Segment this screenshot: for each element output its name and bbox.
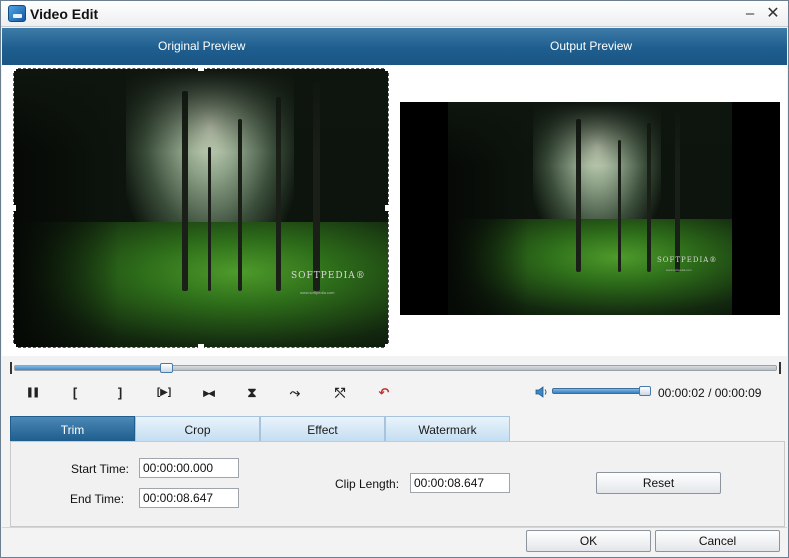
tab-effect[interactable]: Effect (260, 416, 385, 442)
timeline-bar[interactable] (14, 365, 777, 371)
crop-handle-right[interactable] (385, 205, 391, 211)
cancel-button[interactable]: Cancel (655, 530, 780, 552)
split-button[interactable]: ▶◀ (196, 384, 220, 402)
undo-button[interactable]: ↶ (374, 384, 394, 402)
close-button[interactable]: ✕ (763, 4, 783, 23)
original-preview-frame[interactable]: SOFTPEDIA® www.softpedia.com (10, 65, 391, 350)
original-video-frame: SOFTPEDIA® www.softpedia.com (14, 69, 388, 347)
app-icon (8, 5, 26, 22)
start-time-field[interactable] (139, 458, 239, 478)
minimize-button[interactable]: – (740, 4, 760, 23)
original-preview-label: Original Preview (158, 39, 246, 53)
volume-icon[interactable] (535, 385, 549, 399)
timeline-end-marker[interactable] (774, 362, 781, 374)
output-preview-label: Output Preview (550, 39, 633, 53)
rotate-left-button[interactable]: ⤲ (330, 384, 350, 402)
preview-header: Original Preview Output Preview (2, 28, 787, 65)
output-watermark-brand: SOFTPEDIA® (657, 256, 718, 264)
tab-watermark[interactable]: Watermark (385, 416, 510, 442)
timeline-progress (15, 366, 167, 370)
crop-handle-bottom[interactable] (198, 344, 204, 350)
total-time: 00:00:09 (714, 386, 762, 400)
preview-area: SOFTPEDIA® www.softpedia.com SOFTPEDIA® … (2, 65, 787, 356)
end-time-field[interactable] (139, 488, 239, 508)
next-frame-button[interactable]: [▶] (151, 384, 177, 402)
timeline-playhead[interactable] (160, 363, 173, 373)
crop-handle-left[interactable] (10, 205, 16, 211)
crop-handle-bottom-right[interactable] (385, 344, 391, 350)
rotate-right-button[interactable]: ⤳ (285, 384, 305, 402)
crop-handle-bottom-left[interactable] (10, 344, 16, 350)
current-time: 00:00:02 (658, 386, 705, 400)
output-video-frame: SOFTPEDIA® www.softpedia.com (448, 102, 732, 315)
pause-button[interactable]: ❚❚ (22, 384, 42, 402)
video-edit-window: Video Edit – ✕ Original Preview Output P… (0, 0, 789, 558)
reset-button[interactable]: Reset (596, 472, 721, 494)
original-watermark-url: www.softpedia.com (300, 290, 335, 295)
start-time-label: Start Time: (71, 462, 130, 476)
footer-divider (2, 527, 787, 528)
ok-button[interactable]: OK (526, 530, 651, 552)
crop-handle-top-right[interactable] (385, 65, 391, 71)
crop-handle-top[interactable] (198, 65, 204, 71)
output-watermark-url: www.softpedia.com (666, 268, 692, 272)
output-preview-frame: SOFTPEDIA® www.softpedia.com (400, 102, 780, 315)
tab-crop[interactable]: Crop (135, 416, 260, 442)
end-time-label: End Time: (70, 492, 125, 506)
crop-handle-top-left[interactable] (10, 65, 16, 71)
clip-length-field (410, 473, 510, 493)
set-end-button[interactable]: ] (110, 384, 130, 402)
title-bar: Video Edit – ✕ (1, 1, 788, 27)
trim-marker-button[interactable]: ⧗ (242, 384, 262, 402)
volume-slider-thumb[interactable] (639, 386, 651, 396)
set-start-button[interactable]: [ (65, 384, 85, 402)
clip-length-label: Clip Length: (335, 477, 400, 491)
time-readout: 00:00:02 / 00:00:09 (658, 386, 761, 400)
tab-trim[interactable]: Trim (10, 416, 135, 442)
original-watermark-brand: SOFTPEDIA® (291, 271, 366, 281)
volume-slider[interactable] (552, 388, 651, 394)
time-separator: / (708, 386, 712, 400)
window-title: Video Edit (30, 6, 99, 22)
